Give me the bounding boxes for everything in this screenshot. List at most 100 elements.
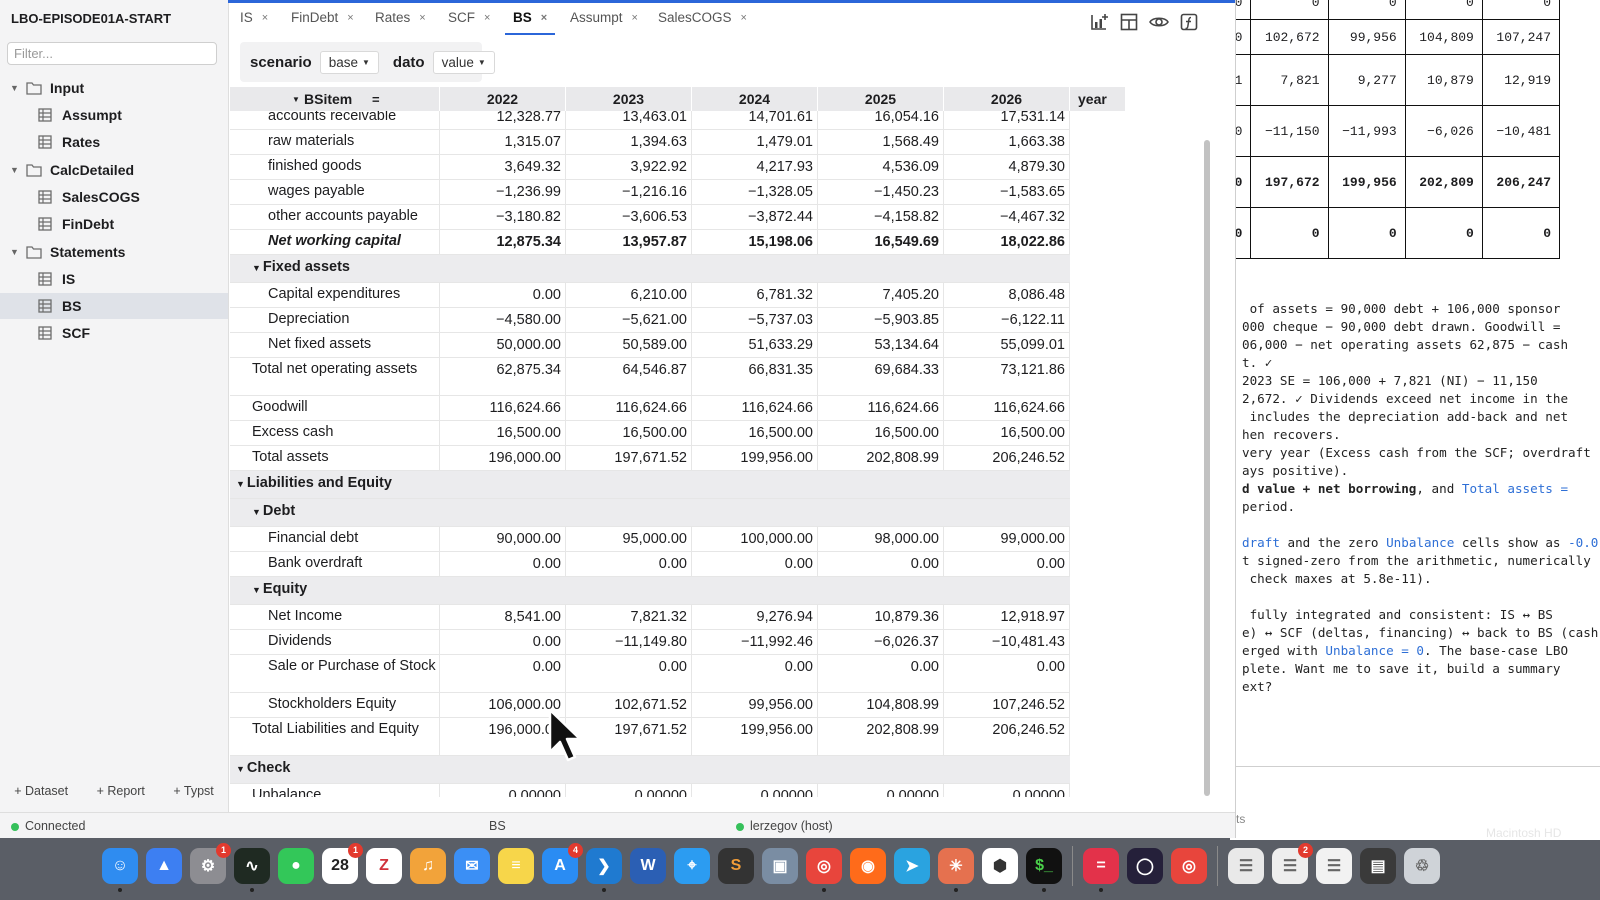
value-cell[interactable]: 50,000.00 (440, 333, 566, 357)
sidebar-item-assumpt[interactable]: Assumpt (0, 102, 228, 128)
todoist-icon[interactable]: = (1083, 848, 1119, 892)
value-cell[interactable]: −1,216.16 (566, 180, 692, 204)
year-header-2025[interactable]: 2025 (818, 87, 944, 111)
value-cell[interactable]: 100,000.00 (692, 527, 818, 551)
sidebar-item-findebt[interactable]: FinDebt (0, 211, 228, 237)
value-cell[interactable]: 73,121.86 (944, 358, 1070, 395)
sublime-text-icon[interactable]: S (718, 848, 754, 884)
downloads-stack-icon[interactable]: ☰ 2 (1272, 843, 1313, 884)
value-cell[interactable]: 1,394.63 (566, 130, 692, 154)
value-cell[interactable]: −4,158.82 (818, 205, 944, 229)
collapse-caret-icon[interactable]: ▼ (236, 479, 245, 489)
app-store-icon[interactable]: A4 (542, 843, 583, 884)
value-cell[interactable]: 0.00 (818, 655, 944, 692)
sidebar-item-calcdetailed[interactable]: ▼ CalcDetailed (0, 157, 228, 183)
value-cell[interactable]: −1,236.99 (440, 180, 566, 204)
value-cell[interactable]: −1,328.05 (692, 180, 818, 204)
value-cell[interactable]: 0.00 (944, 655, 1070, 692)
value-cell[interactable]: 4,879.30 (944, 155, 1070, 179)
value-cell[interactable]: −10,481.43 (944, 630, 1070, 654)
value-cell[interactable]: −1,583.65 (944, 180, 1070, 204)
value-cell[interactable]: 0.00000 (944, 784, 1070, 797)
value-cell[interactable]: 0.00000 (440, 784, 566, 797)
value-cell[interactable]: 0.00000 (566, 784, 692, 797)
value-cell[interactable]: 1,315.07 (440, 130, 566, 154)
value-cell[interactable]: 102,671.52 (566, 693, 692, 717)
grid-scrollbar[interactable] (1204, 140, 1210, 796)
tab-is[interactable]: IS × (240, 10, 268, 25)
add-report-button[interactable]: + Report (97, 784, 145, 798)
value-cell[interactable]: 8,541.00 (440, 605, 566, 629)
hex-app-icon[interactable]: ⬢ (982, 848, 1018, 884)
document-stack-icon[interactable]: ☰ (1228, 848, 1264, 884)
value-cell[interactable]: 62,875.34 (440, 358, 566, 395)
trash-icon[interactable]: ♲ (1404, 848, 1440, 884)
collapse-caret-icon[interactable]: ▼ (252, 263, 261, 273)
add-chart-icon[interactable] (1090, 13, 1110, 34)
sidebar-item-bs[interactable]: BS (0, 293, 228, 319)
firefox-icon[interactable]: ◉ (850, 848, 886, 884)
value-cell[interactable]: −4,467.32 (944, 205, 1070, 229)
value-cell[interactable]: 3,649.32 (440, 155, 566, 179)
collapse-caret-icon[interactable]: ▼ (252, 585, 261, 595)
calendar-icon[interactable]: 28 1 (322, 843, 363, 884)
year-header-2026[interactable]: 2026 (944, 87, 1070, 111)
value-cell[interactable]: 16,500.00 (818, 421, 944, 445)
sidebar-item-statements[interactable]: ▼ Statements (0, 239, 228, 265)
value-cell[interactable]: 196,000.00 (440, 446, 566, 470)
value-cell[interactable]: 10,879.36 (818, 605, 944, 629)
value-cell[interactable]: 116,624.66 (440, 396, 566, 420)
sort-down-icon[interactable]: ▼ (292, 87, 300, 112)
value-cell[interactable]: 202,808.99 (818, 718, 944, 755)
file-stack-icon[interactable]: ☰ (1316, 848, 1352, 884)
value-cell[interactable]: 0.00000 (818, 784, 944, 797)
value-cell[interactable]: 0.00 (944, 552, 1070, 576)
value-cell[interactable]: 6,781.32 (692, 283, 818, 307)
activity-monitor-icon[interactable]: ∿ (234, 848, 270, 892)
value-cell[interactable]: 12,875.34 (440, 230, 566, 254)
value-cell[interactable]: 104,808.99 (818, 693, 944, 717)
value-cell[interactable]: 0.00 (566, 655, 692, 692)
value-cell[interactable]: 0.00 (818, 552, 944, 576)
value-cell[interactable]: −5,737.03 (692, 308, 818, 332)
value-cell[interactable]: 206,246.52 (944, 718, 1070, 755)
value-cell[interactable]: 1,663.38 (944, 130, 1070, 154)
value-cell[interactable]: −11,992.46 (692, 630, 818, 654)
value-cell[interactable]: 197,671.52 (566, 718, 692, 755)
close-icon[interactable]: × (262, 12, 268, 24)
chrome-icon[interactable]: ◎ (806, 848, 842, 892)
value-cell[interactable]: −6,026.37 (818, 630, 944, 654)
obs-icon[interactable]: ◯ (1127, 848, 1163, 884)
header-menu-icon[interactable]: = (372, 87, 380, 112)
value-cell[interactable]: 12,918.97 (944, 605, 1070, 629)
group-row-check[interactable]: ▼ Check (230, 756, 1070, 784)
year-dimension-header[interactable]: year (1070, 87, 1125, 111)
value-cell[interactable]: 16,549.69 (818, 230, 944, 254)
value-cell[interactable]: 98,000.00 (818, 527, 944, 551)
value-cell[interactable]: 64,546.87 (566, 358, 692, 395)
tab-scf[interactable]: SCF × (448, 10, 490, 25)
value-cell[interactable]: 4,217.93 (692, 155, 818, 179)
garageband-icon[interactable]: ♫ (410, 848, 446, 884)
value-cell[interactable]: 66,831.35 (692, 358, 818, 395)
value-cell[interactable]: 206,246.52 (944, 446, 1070, 470)
sidebar-item-rates[interactable]: Rates (0, 129, 228, 155)
value-cell[interactable]: 16,500.00 (566, 421, 692, 445)
value-cell[interactable]: 50,589.00 (566, 333, 692, 357)
value-cell[interactable]: −4,580.00 (440, 308, 566, 332)
formula-icon[interactable] (1180, 13, 1198, 34)
terminal-icon[interactable]: $_ (1026, 848, 1062, 892)
screen-recording-icon[interactable]: ▤ (1360, 848, 1396, 884)
value-cell[interactable]: 116,624.66 (818, 396, 944, 420)
zotero-icon[interactable]: Z (366, 848, 402, 884)
telegram-icon[interactable]: ➤ (894, 848, 930, 884)
value-cell[interactable]: 199,956.00 (692, 718, 818, 755)
value-cell[interactable]: 8,086.48 (944, 283, 1070, 307)
tab-bs[interactable]: BS × (504, 10, 556, 35)
value-cell[interactable]: −5,903.85 (818, 308, 944, 332)
vscode-icon[interactable]: ❯ (586, 848, 622, 892)
collapse-caret-icon[interactable]: ▼ (252, 507, 261, 517)
value-cell[interactable]: 6,210.00 (566, 283, 692, 307)
safari-icon[interactable]: ⌖ (674, 848, 710, 884)
preview-icon[interactable]: ▣ (762, 848, 798, 884)
